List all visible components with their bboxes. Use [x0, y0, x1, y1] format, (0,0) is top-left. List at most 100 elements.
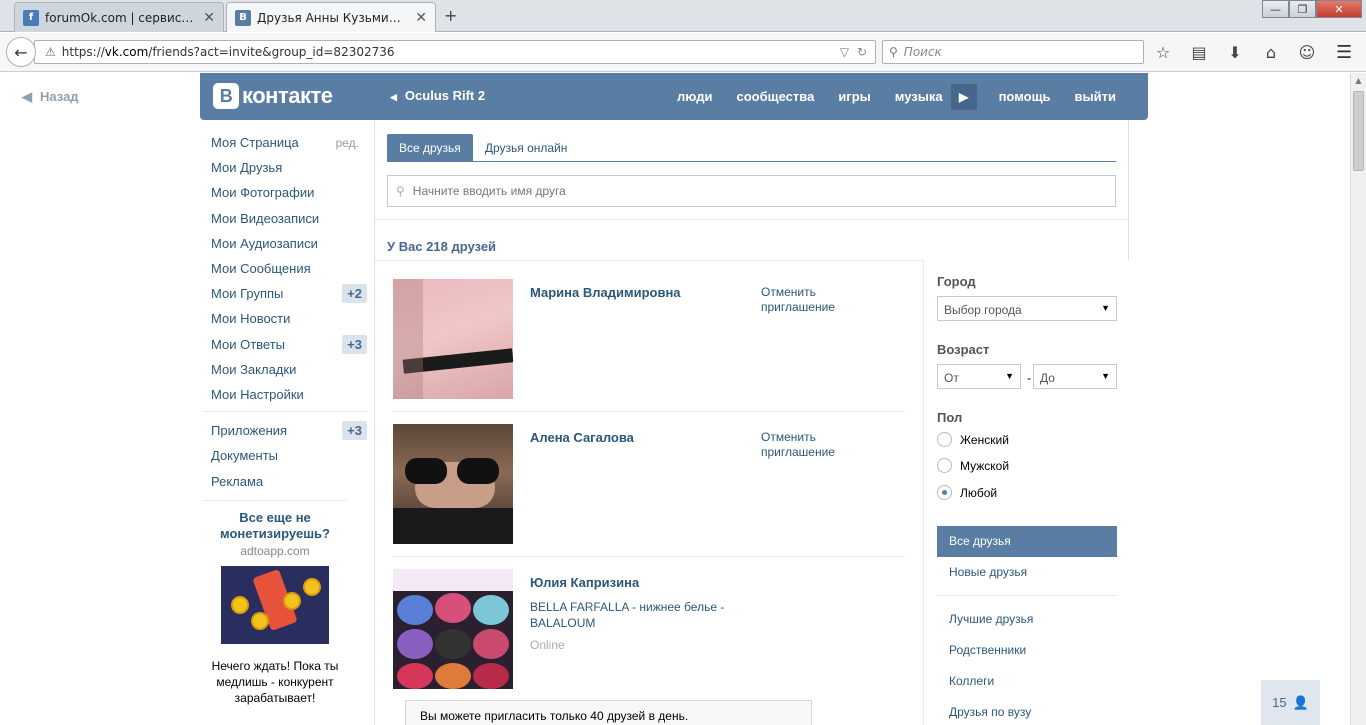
cancel-invite-link[interactable]: Отменить приглашение — [761, 285, 871, 315]
filter-best-friends[interactable]: Лучшие друзья — [937, 604, 1117, 635]
age-from-value: От — [944, 371, 959, 385]
radio-button[interactable] — [937, 432, 952, 447]
smiley-icon[interactable]: ☺ — [1298, 43, 1316, 62]
online-friends-counter[interactable]: 15 👤 — [1261, 680, 1320, 725]
radio-label: Мужской — [960, 458, 1010, 473]
download-icon[interactable]: ⬇ — [1226, 43, 1244, 62]
browser-search-input[interactable]: ⚲ Поиск — [882, 40, 1144, 64]
count-badge: +3 — [342, 334, 367, 354]
menu-item-audio[interactable]: Мои Аудиозаписи — [211, 231, 367, 256]
bookmark-star-icon[interactable]: ☆ — [1154, 43, 1172, 62]
avatar-graphic — [393, 508, 513, 544]
nav-games[interactable]: игры — [826, 89, 882, 104]
menu-item-groups[interactable]: Мои Группы +2 — [211, 281, 367, 306]
friend-search-input[interactable]: ⚲ Начните вводить имя друга — [387, 175, 1116, 207]
age-to-value: До — [1040, 371, 1055, 385]
nav-logout[interactable]: выйти — [1063, 89, 1128, 104]
sex-radio-male[interactable]: Мужской — [937, 458, 1009, 473]
reading-list-icon[interactable]: ▤ — [1190, 43, 1208, 62]
coin-graphic — [251, 612, 269, 630]
menu-item-friends[interactable]: Мои Друзья — [211, 155, 367, 180]
nav-people[interactable]: люди — [665, 89, 724, 104]
close-icon[interactable]: ✕ — [415, 10, 427, 26]
filter-relatives[interactable]: Родственники — [937, 635, 1117, 666]
menu-item-photos[interactable]: Мои Фотографии — [211, 180, 367, 205]
warning-icon[interactable]: ⚠ — [45, 45, 56, 59]
back-arrow-icon[interactable]: ← — [6, 37, 36, 67]
window-close-button[interactable]: ✕ — [1316, 0, 1362, 18]
menu-item-label: Мои Закладки — [211, 361, 297, 377]
ad-block[interactable]: Все еще не монетизируешь? adtoapp.com Не… — [203, 510, 347, 706]
menu-item-ads[interactable]: Реклама — [211, 468, 367, 493]
menu-item-settings[interactable]: Мои Настройки — [211, 382, 367, 407]
filter-university-friends[interactable]: Друзья по вузу — [937, 697, 1117, 725]
menu-icon[interactable]: ☰ — [1336, 42, 1352, 63]
browser-tab-vk[interactable]: В Друзья Анны Кузьминой |... ✕ — [226, 2, 436, 32]
filter-all-friends[interactable]: Все друзья — [937, 526, 1117, 557]
vk-header: В контакте ◀ Oculus Rift 2 люди сообществ… — [200, 73, 1148, 120]
menu-item-apps[interactable]: Приложения +3 — [211, 418, 367, 443]
home-icon[interactable]: ⌂ — [1262, 43, 1280, 62]
menu-item-answers[interactable]: Мои Ответы +3 — [211, 332, 367, 357]
filter-colleagues[interactable]: Коллеги — [937, 666, 1117, 697]
online-count: 15 — [1272, 695, 1287, 710]
minimize-button[interactable]: — — [1262, 0, 1289, 18]
age-to-select[interactable]: До ▼ — [1033, 364, 1117, 389]
scroll-thumb[interactable] — [1353, 91, 1364, 171]
menu-item-messages[interactable]: Мои Сообщения — [211, 256, 367, 281]
reload-icon[interactable]: ↻ — [857, 45, 867, 59]
new-tab-icon[interactable]: + — [444, 6, 457, 25]
back-link[interactable]: ◀ Назад — [22, 89, 79, 105]
avatar[interactable] — [393, 569, 513, 689]
filter-new-friends[interactable]: Новые друзья — [937, 557, 1117, 588]
dropdown-icon[interactable]: ▽ — [840, 45, 849, 59]
city-label: Город — [937, 274, 976, 289]
play-icon[interactable]: ▶ — [950, 83, 977, 110]
tab-all-friends[interactable]: Все друзья — [387, 134, 473, 162]
vk-page: ◀ Назад В контакте ◀ Oculus Rift 2 люди со… — [0, 73, 1350, 725]
nav-communities[interactable]: сообщества — [724, 89, 826, 104]
menu-item-news[interactable]: Мои Новости — [211, 306, 367, 331]
sex-radio-any[interactable]: Любой — [937, 485, 997, 500]
avatar-graphic — [397, 663, 433, 689]
avatar[interactable] — [393, 279, 513, 399]
scroll-up-icon[interactable]: ▲ — [1351, 73, 1366, 89]
menu-item-bookmarks[interactable]: Мои Закладки — [211, 357, 367, 382]
menu-item-documents[interactable]: Документы — [211, 443, 367, 468]
url-bar[interactable]: ⚠ https://vk.com/friends?act=invite&grou… — [34, 40, 876, 64]
dropdown-caret-icon: ▼ — [1005, 371, 1014, 381]
search-icon: ⚲ — [889, 45, 898, 59]
age-from-select[interactable]: От ▼ — [937, 364, 1021, 389]
edit-link[interactable]: ред. — [336, 136, 359, 150]
group-link[interactable]: ◀ Oculus Rift 2 — [390, 88, 485, 103]
vk-logo[interactable]: В контакте — [213, 83, 333, 109]
sex-radio-female[interactable]: Женский — [937, 432, 1009, 447]
cancel-invite-link[interactable]: Отменить приглашение — [761, 430, 871, 460]
nav-music[interactable]: музыка — [883, 89, 955, 104]
avatar[interactable] — [393, 424, 513, 544]
ad-image[interactable] — [221, 566, 329, 644]
nav-help[interactable]: помощь — [987, 89, 1063, 104]
menu-item-label: Мои Группы — [211, 286, 284, 302]
menu-item-videos[interactable]: Мои Видеозаписи — [211, 206, 367, 231]
divider — [393, 556, 905, 557]
maximize-button[interactable]: ❐ — [1289, 0, 1316, 18]
city-value: Выбор города — [944, 303, 1022, 317]
vk-top-nav: люди сообщества игры музыка ▶ помощь вый… — [665, 73, 1128, 120]
page-scrollbar[interactable]: ▲ — [1350, 73, 1366, 725]
friend-name[interactable]: Юлия Капризина — [530, 575, 639, 590]
city-select[interactable]: Выбор города ▼ — [937, 296, 1117, 321]
friend-name[interactable]: Алена Сагалова — [530, 430, 634, 445]
friends-tabs: Все друзья Друзья онлайн — [387, 134, 1116, 162]
close-icon[interactable]: ✕ — [203, 10, 215, 26]
radio-button[interactable] — [937, 458, 952, 473]
tab-friends-online[interactable]: Друзья онлайн — [473, 134, 580, 162]
ad-title[interactable]: Все еще не монетизируешь? — [203, 510, 347, 542]
friend-subtitle[interactable]: BELLA FARFALLA - нижнее белье - BALALOUM — [530, 599, 740, 631]
dropdown-caret-icon: ▼ — [1101, 371, 1110, 381]
browser-tab-forumok[interactable]: f forumOk.com | сервис ре... ✕ — [14, 2, 224, 32]
avatar-graphic — [397, 595, 433, 625]
radio-button[interactable] — [937, 485, 952, 500]
menu-item-my-page[interactable]: Моя Страница ред. — [211, 130, 367, 155]
friend-name[interactable]: Марина Владимировна — [530, 285, 681, 300]
